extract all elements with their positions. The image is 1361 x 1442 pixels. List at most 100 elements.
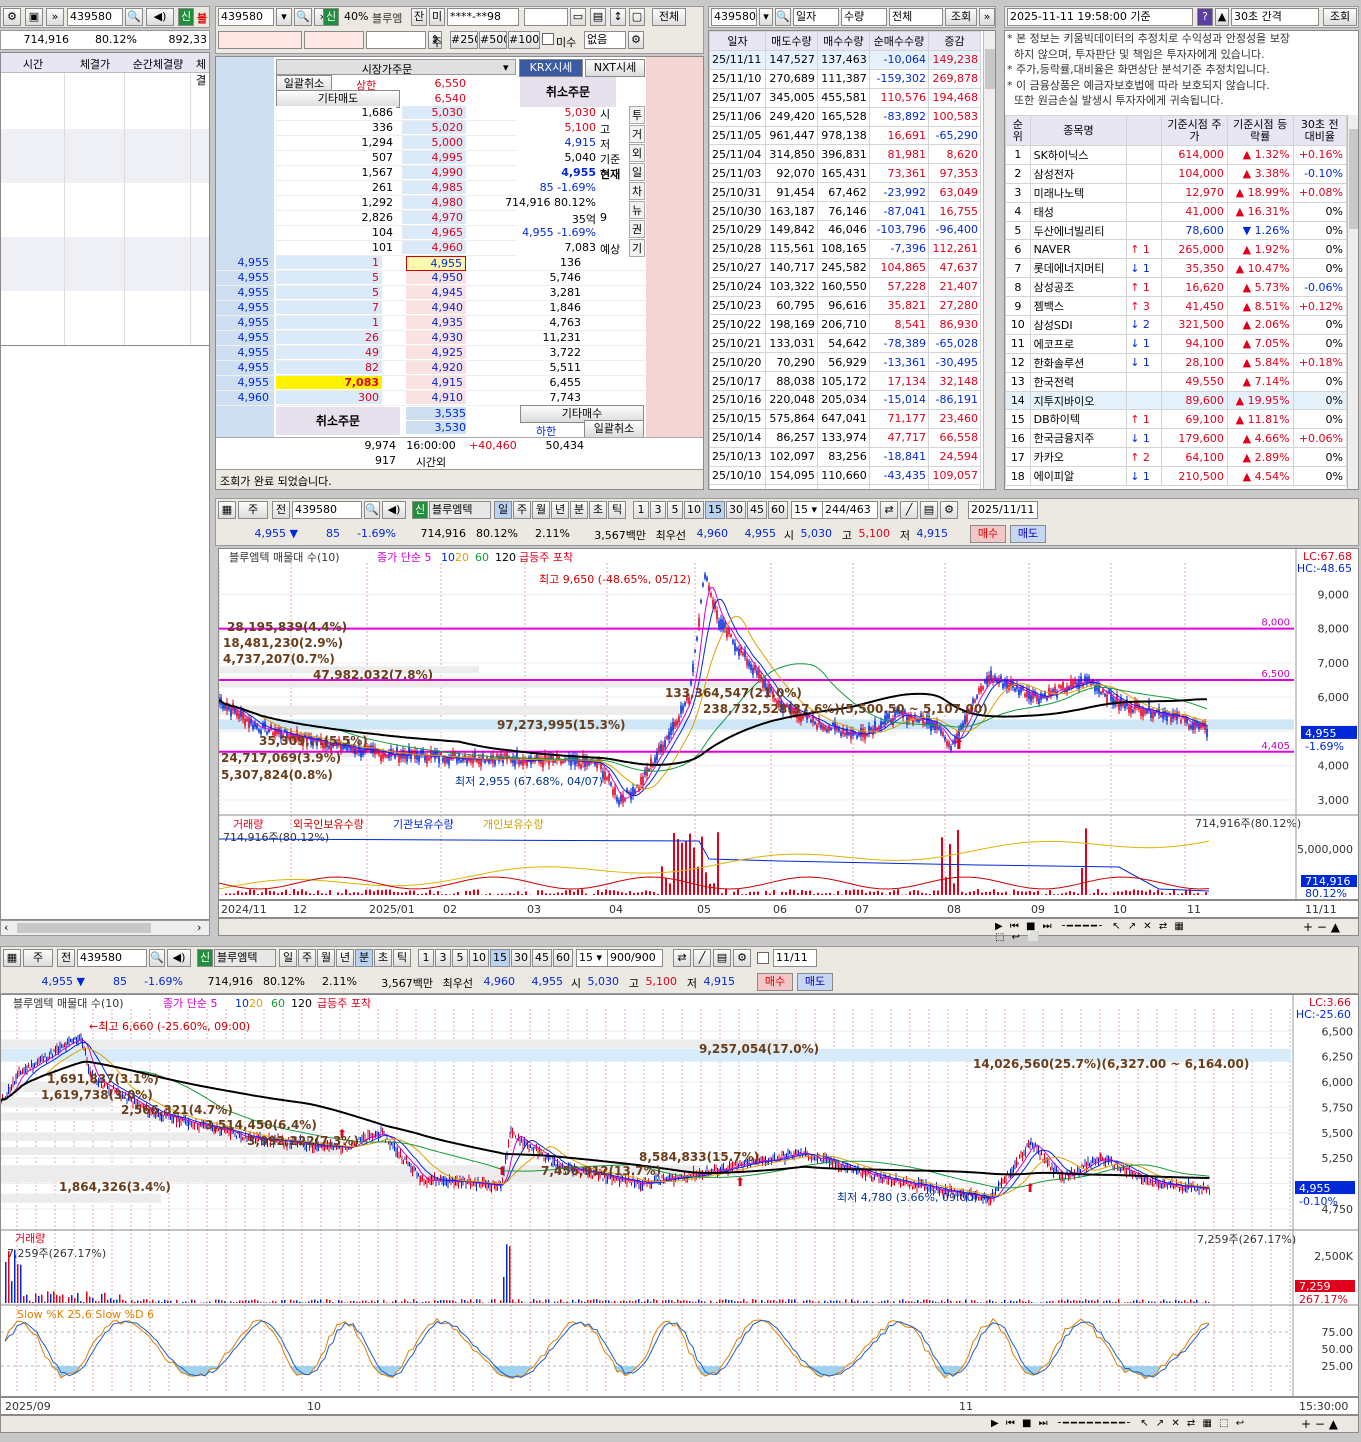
dropdown-icon[interactable]: ▾ (276, 8, 292, 26)
bid-row[interactable]: 4,960 300 4,910 7,743 (216, 391, 646, 406)
table-row[interactable]: 18 에이피알 ↓ 1 210,500 ▲ 4.54% 0% (1005, 466, 1348, 487)
market-order-select[interactable]: 시장가주문 ▾ (276, 59, 516, 76)
table-row[interactable]: 25/10/24 103,322 160,550 57,228 21,407 (709, 276, 981, 297)
interval-tab[interactable]: 5 (667, 501, 683, 519)
interval-select[interactable]: 30초 간격 (1231, 8, 1319, 26)
table-row[interactable]: 25/10/17 88,038 105,172 17,134 32,148 (709, 371, 981, 392)
qty-input[interactable] (304, 31, 364, 49)
search-icon[interactable]: 🔍 (149, 949, 165, 967)
sell-button[interactable]: 매도 (797, 973, 833, 991)
side-tab[interactable]: 기 (629, 239, 645, 257)
legend-item[interactable]: 블루엠텍 매물대 수(10) (229, 551, 340, 564)
period-tab[interactable]: 월 (532, 501, 550, 519)
side-tab[interactable]: 차 (629, 182, 645, 200)
table-row[interactable]: 8 삼성공조 ↑ 1 16,620 ▲ 5.73% -0.06% (1005, 277, 1348, 298)
table-row[interactable]: 25/10/10 154,095 110,660 -43,435 109,057 (709, 465, 981, 486)
bid-price[interactable]: 4,915 (406, 376, 466, 389)
krx-tab[interactable]: KRX시세 (519, 59, 583, 77)
search-icon[interactable]: 🔍 (294, 8, 312, 26)
side-tab[interactable]: 권 (629, 220, 645, 238)
all-button[interactable]: 전체 (652, 8, 686, 26)
ask-row[interactable]: 336 5,020 (276, 121, 516, 136)
table-row[interactable]: 13 한국전력 49,550 ▲ 7.14% 0% (1005, 371, 1348, 392)
ask-row[interactable]: 1,294 5,000 (276, 136, 516, 151)
cancel-order-top[interactable]: 취소주문 (520, 77, 616, 107)
dropdown-icon[interactable]: ▾ (759, 8, 773, 26)
speaker-icon[interactable]: ◀) (382, 501, 406, 519)
order-code-input[interactable]: 439580 (218, 8, 274, 26)
period-tab[interactable]: 일 (494, 501, 512, 519)
unit-1000[interactable]: #1000 (508, 31, 540, 49)
tab-unfilled[interactable]: 미 (429, 8, 445, 26)
rank-vscroll[interactable] (1347, 115, 1358, 489)
qty-select[interactable]: 수량 (841, 8, 887, 26)
gear-icon[interactable]: ⚙ (733, 949, 751, 967)
table-row[interactable]: 6 NAVER ↑ 1 265,000 ▲ 1.92% 0% (1005, 239, 1348, 260)
ask-row[interactable]: 1,686 5,030 (276, 106, 516, 121)
legend-item[interactable]: 종가 단순 5 (377, 551, 431, 564)
ask-row[interactable]: 1,567 4,990 (276, 166, 516, 181)
sell-button[interactable]: 매도 (1010, 525, 1046, 543)
period-tab[interactable]: 초 (374, 949, 392, 967)
side-tab[interactable]: 뉴 (629, 201, 645, 219)
stoch-legend[interactable]: Slow %K 25,6 Slow %D 6 (17, 1308, 154, 1321)
expand-icon[interactable]: » (979, 8, 995, 26)
interval-tab[interactable]: 5 (452, 949, 468, 967)
ask-row[interactable]: 507 4,995 (276, 151, 516, 166)
chart2-scroll[interactable]: ▶ ⏮ ■ ⏭ ╶━━━━━━━━╴ ↖ ↗ ✕ ⇄ ▦ ⬚ ↩ + − ▲ (0, 1415, 1359, 1433)
ask-price[interactable]: 4,995 (402, 151, 466, 164)
date-checkbox[interactable] (757, 952, 769, 964)
window-icon[interactable]: ▭ (570, 8, 586, 26)
period-tab[interactable]: 월 (317, 949, 335, 967)
table-row[interactable]: 4 태성 41,000 ▲ 16.31% 0% (1005, 201, 1348, 222)
ask-price[interactable]: 5,000 (402, 136, 466, 149)
period-tab[interactable]: 일 (279, 949, 297, 967)
swap-icon[interactable]: ↕ (610, 8, 626, 26)
table-row[interactable]: 5 두산에너빌리티 78,600 ▼ 1.26% 0% (1005, 220, 1348, 241)
doc-icon[interactable]: ▢ (629, 8, 645, 26)
table-row[interactable]: 16 한국금융지주 ↓ 1 179,600 ▲ 4.66% +0.06% (1005, 428, 1348, 449)
interval-tab[interactable]: 30 (511, 949, 531, 967)
bid-price[interactable]: 4,940 (406, 301, 466, 314)
stock-code-input[interactable]: 439580 (67, 8, 123, 26)
period-tab[interactable]: 년 (336, 949, 354, 967)
credit-select[interactable]: 없음 (584, 31, 626, 49)
ask-price[interactable]: 5,030 (402, 106, 466, 119)
daily-vscroll[interactable] (983, 31, 995, 489)
legend-item[interactable]: 거래량 (233, 818, 263, 831)
chart1-count[interactable]: 244/463 (822, 501, 878, 519)
table-row[interactable]: 7 롯데에너지머티 ↓ 1 35,350 ▲ 10.47% 0% (1005, 258, 1348, 279)
gear-icon[interactable]: ⚙ (3, 8, 21, 26)
table-row[interactable]: 25/11/05 961,447 978,138 16,691 -65,290 (709, 125, 981, 146)
chart-icon[interactable]: ▦ (218, 501, 236, 519)
table-row[interactable]: 25/10/20 70,290 56,929 -13,361 -30,495 (709, 352, 981, 373)
interval-tab[interactable]: 3 (435, 949, 451, 967)
table-row[interactable]: 25/10/14 86,257 133,974 47,717 66,558 (709, 427, 981, 448)
table-row[interactable]: 25/10/30 163,187 76,146 -87,041 16,755 (709, 201, 981, 222)
interval-tab[interactable]: 15 (490, 949, 510, 967)
unit-500[interactable]: #500 (479, 31, 507, 49)
side-tab[interactable]: 외 (629, 144, 645, 162)
buy-button[interactable]: 매수 (757, 973, 793, 991)
legend-item[interactable]: 종가 단순 5 (163, 997, 217, 1010)
help-icon[interactable]: ? (1197, 8, 1213, 26)
legend-item[interactable]: 10 (235, 997, 249, 1010)
chart2-date[interactable]: 11/11 (773, 949, 817, 967)
interval-select[interactable]: 15 ▾ (576, 949, 610, 967)
table-row[interactable]: 15 DB하이텍 ↑ 1 69,100 ▲ 11.81% 0% (1005, 409, 1348, 430)
rank-datetime[interactable]: 2025-11-11 19:58:00 기준 (1007, 8, 1193, 26)
legend-item[interactable]: 20 (249, 997, 263, 1010)
interval-tab[interactable]: 3 (650, 501, 666, 519)
nxt-tab[interactable]: NXT시세 (585, 59, 645, 77)
period-button[interactable]: 주 (238, 501, 268, 519)
bid-row[interactable]: 4,955 5 4,945 3,281 (216, 286, 646, 301)
chart1-scroll[interactable]: ▶ ⏮ ■ ⏭ ╶━━━━╴ ↖ ↗ ✕ ⇄ ▦ ⬚ ↩ ⬜ + − ▲ (218, 918, 1359, 943)
daily-query-button[interactable]: 조회 (945, 8, 977, 26)
gear-icon[interactable]: ⚙ (940, 501, 958, 519)
legend-item[interactable]: 20 (455, 551, 469, 564)
bid-row[interactable]: 4,955 1 4,935 4,763 (216, 316, 646, 331)
prev-button[interactable]: 전 (272, 501, 290, 519)
table-row[interactable]: 25/10/31 91,454 67,462 -23,992 63,049 (709, 182, 981, 203)
bid-price[interactable]: 4,920 (406, 361, 466, 374)
search-icon[interactable]: 🔍 (364, 501, 380, 519)
